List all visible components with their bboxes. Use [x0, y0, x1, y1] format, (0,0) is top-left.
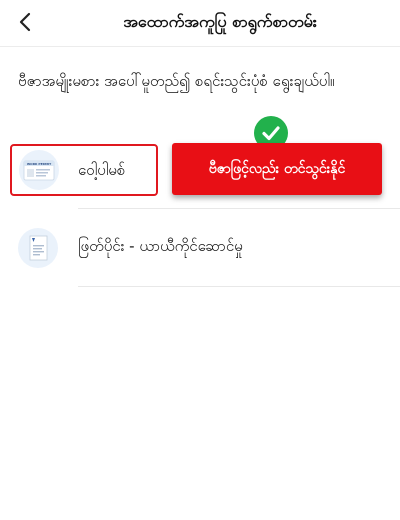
option-receipt-holding[interactable]: ဖြတ်ပိုင်း - ယာယီကိုင်ဆောင်မှု	[0, 220, 400, 276]
page-title: အထောက်အကူပြု စာရွက်စာတမ်း	[123, 12, 317, 31]
option-label-work-permit: ဝေါ့ပါမစ်	[78, 161, 126, 179]
instruction-text: ဗီဇာအမျိုးမစား အပေါ်မူတည်၍ စရင်းသွင်းပုံ…	[18, 72, 335, 90]
divider	[78, 208, 400, 209]
callout-text: ဗီဇာဖြင့်လည်း တင်သွင်းနိုင်	[208, 160, 346, 177]
app-header: အထောက်အကူပြု စာရွက်စာတမ်း	[0, 0, 400, 47]
document-receipt-icon	[18, 228, 58, 268]
back-button[interactable]	[12, 9, 38, 35]
chevron-left-icon	[19, 12, 31, 32]
work-permit-thumb-text: WORK PERMIT	[27, 162, 52, 166]
screen: အထောက်အကူပြု စာရွက်စာတမ်း ဗီဇာအမျိုးမစား…	[0, 0, 400, 520]
option-label-receipt: ဖြတ်ပိုင်း - ယာယီကိုင်ဆောင်မှု	[78, 237, 243, 255]
divider	[78, 286, 400, 287]
work-permit-card[interactable]: WORK PERMIT ဝေါ့ပါမစ်	[10, 144, 158, 196]
visa-callout-banner: ဗီဇာဖြင့်လည်း တင်သွင်းနိုင်	[172, 143, 382, 195]
work-permit-card-icon: WORK PERMIT	[19, 150, 59, 190]
